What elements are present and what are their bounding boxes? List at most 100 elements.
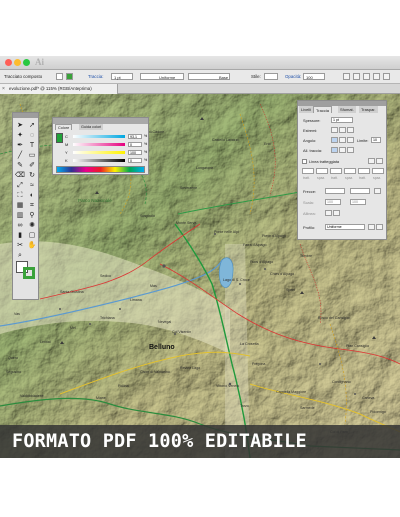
dash-gap-field[interactable] [302, 168, 314, 174]
shape-builder-icon[interactable]: ◐ [27, 191, 37, 200]
paintbrush-icon[interactable]: ✎ [15, 161, 25, 170]
recolor-artwork-icon[interactable] [343, 73, 350, 80]
eyedropper-icon[interactable]: ⚲ [27, 211, 37, 220]
graphic-style-select[interactable] [264, 73, 278, 80]
swap-arrowheads-button[interactable] [374, 188, 381, 194]
isolate-icon[interactable] [373, 73, 380, 80]
align-inside-button[interactable] [339, 147, 346, 153]
stroke-color-swatch[interactable] [66, 73, 73, 80]
tab-colore[interactable]: Colore [55, 124, 73, 130]
color-channel-field[interactable]: 93,1 [128, 134, 142, 139]
end-arrowhead-select[interactable] [350, 188, 370, 194]
color-channel-slider[interactable] [73, 151, 125, 154]
zoom-window-button[interactable] [23, 59, 30, 66]
dash-align-button[interactable] [376, 158, 383, 164]
color-channel-slider[interactable] [73, 159, 125, 162]
blend-tool-icon[interactable]: ∞ [15, 221, 25, 230]
stroke-swatch[interactable] [23, 267, 35, 279]
eraser-icon[interactable]: ⌫ [15, 171, 25, 180]
variable-width-profile-select[interactable]: Uniforme [140, 73, 184, 80]
flip-across-button[interactable] [376, 224, 383, 230]
dash-preserve-button[interactable] [368, 158, 375, 164]
pencil-icon[interactable]: ✐ [27, 161, 37, 170]
slice-tool-icon[interactable]: ✂ [15, 241, 25, 250]
close-window-button[interactable] [5, 59, 12, 66]
miter-limit-field[interactable]: 10 [371, 137, 381, 143]
rotate-tool-icon[interactable]: ↻ [27, 171, 37, 180]
pen-tool-icon[interactable]: ✒ [15, 141, 25, 150]
limit-label: Limite: [357, 138, 369, 143]
lasso-icon[interactable]: ◌ [27, 131, 37, 140]
dash-gap-field[interactable] [372, 168, 384, 174]
zoom-tool-icon[interactable]: ⌕ [15, 251, 25, 260]
line-tool-icon[interactable]: ╱ [15, 151, 25, 160]
start-scale-field[interactable]: 100 [325, 199, 341, 205]
butt-cap-button[interactable] [331, 127, 338, 133]
symbol-sprayer-icon[interactable]: ✺ [27, 221, 37, 230]
dash-gap-label: tratt. [303, 176, 310, 180]
document-tab[interactable]: × evoluzione.pdf* @ 115% (RGB/Anteprima) [0, 84, 118, 94]
rectangle-tool-icon[interactable]: ▭ [27, 151, 37, 160]
tab-sfumatura[interactable]: Sfumat. [338, 106, 356, 113]
color-channel-slider[interactable] [73, 135, 125, 138]
arrow-tip-at-end-button[interactable] [333, 210, 340, 216]
profile-label: Profilo: [303, 225, 316, 230]
color-channel-field[interactable]: 0 [128, 142, 142, 147]
miter-join-button[interactable] [331, 137, 338, 143]
round-join-button[interactable] [339, 137, 346, 143]
arrow-tip-beyond-button[interactable] [325, 210, 332, 216]
round-cap-button[interactable] [339, 127, 346, 133]
align-outside-button[interactable] [347, 147, 354, 153]
opacity-field[interactable]: 100 [303, 73, 325, 80]
tab-livelli[interactable]: Livelli [299, 106, 314, 113]
stroke-label[interactable]: Traccia: [88, 74, 103, 79]
align-options-icon[interactable] [353, 73, 360, 80]
dash-gap-field[interactable] [344, 168, 356, 174]
fill-color-swatch[interactable] [56, 73, 63, 80]
transform-icon[interactable] [363, 73, 370, 80]
width-profile-select[interactable]: Uniforme [325, 224, 365, 230]
scale-tool-icon[interactable]: ⤢ [15, 181, 25, 190]
tab-trasparenza[interactable]: Traspar. [359, 106, 378, 113]
bevel-join-button[interactable] [347, 137, 354, 143]
dash-gap-field[interactable] [316, 168, 328, 174]
free-transform-icon[interactable]: ⛶ [15, 191, 25, 200]
dash-gap-field[interactable] [358, 168, 370, 174]
panel-menu-icon[interactable] [383, 73, 390, 80]
dashed-line-checkbox[interactable] [302, 159, 307, 164]
artboard-tool-icon[interactable]: ▢ [27, 231, 37, 240]
projecting-cap-button[interactable] [347, 127, 354, 133]
type-tool-icon[interactable]: T [27, 141, 37, 150]
graph-tool-icon[interactable]: ▮ [15, 231, 25, 240]
dash-gap-field[interactable] [330, 168, 342, 174]
warp-tool-icon[interactable]: ≈ [27, 181, 37, 190]
perspective-grid-icon[interactable]: ▦ [15, 201, 25, 210]
align-center-button[interactable] [331, 147, 338, 153]
hand-tool-icon[interactable]: ✋ [27, 241, 37, 250]
tab-guida-colori[interactable]: Guida colori [79, 124, 104, 130]
color-spectrum-bar[interactable] [56, 166, 145, 173]
minimize-window-button[interactable] [14, 59, 21, 66]
tools-panel-header[interactable] [13, 113, 38, 118]
end-scale-field[interactable]: 100 [350, 199, 366, 205]
stroke-weight-field[interactable]: 1 pt [331, 117, 353, 123]
current-color-swatch[interactable] [56, 133, 63, 143]
color-channel-field[interactable]: 0 [128, 158, 142, 163]
dash-gap-label: tratt. [359, 176, 366, 180]
direct-selection-tool-icon[interactable]: ➚ [27, 121, 37, 130]
tab-traccia[interactable]: Traccia [313, 106, 332, 113]
magic-wand-icon[interactable]: ✦ [15, 131, 25, 140]
flip-along-button[interactable] [368, 224, 375, 230]
fill-stroke-widget[interactable] [16, 261, 36, 279]
gradient-tool-icon[interactable]: ▥ [15, 211, 25, 220]
color-channel-field[interactable]: 100 [128, 150, 142, 155]
place-label: Nevegal [158, 320, 172, 324]
opacity-label[interactable]: Opacità: [285, 74, 301, 79]
start-arrowhead-select[interactable] [325, 188, 345, 194]
stroke-weight-select[interactable]: 1 pt [111, 73, 133, 80]
selection-tool-icon[interactable]: ➤ [15, 121, 25, 130]
color-channel-slider[interactable] [73, 143, 125, 146]
mesh-tool-icon[interactable]: ⌗ [27, 201, 37, 210]
close-tab-icon[interactable]: × [2, 86, 5, 92]
brush-definition-select[interactable]: Base [188, 73, 230, 80]
